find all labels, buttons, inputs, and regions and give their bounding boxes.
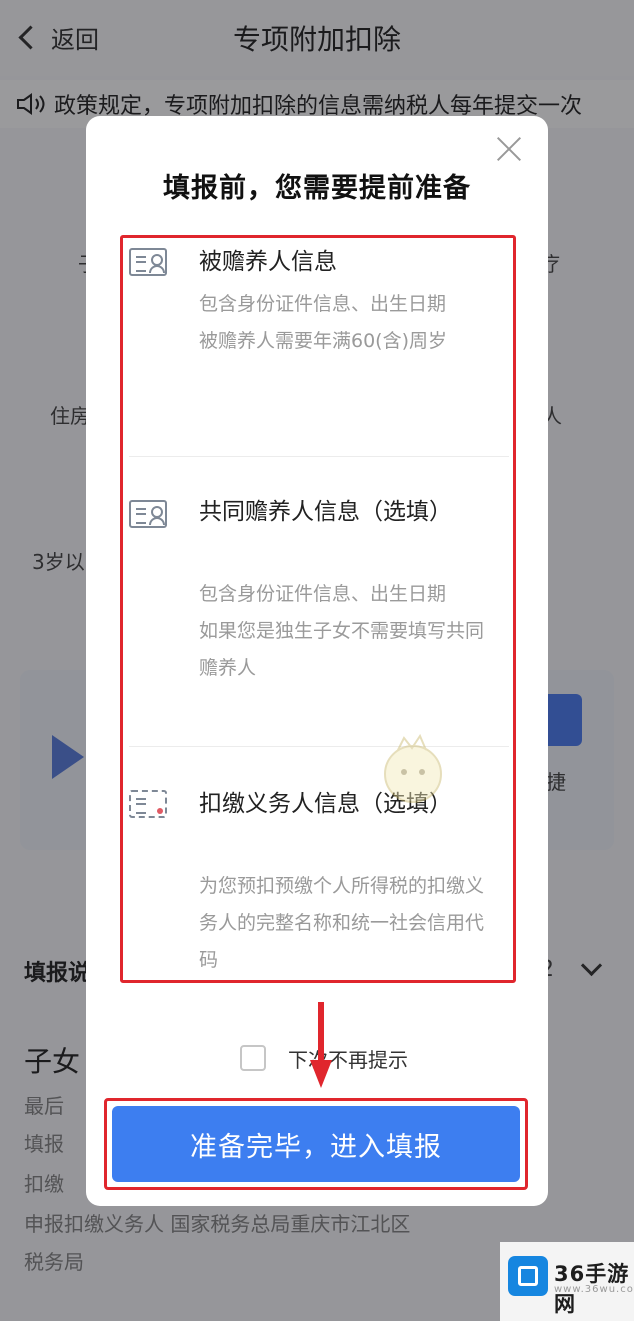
item-title-dependent: 被赡养人信息 [199, 249, 337, 275]
watermark-mascot-icon [384, 733, 442, 803]
item-desc-withholding-agent: 为您预扣预缴个人所得税的扣缴义务人的完整名称和统一社会信用代码 [199, 875, 485, 971]
logo-icon [508, 1256, 548, 1296]
id-card-icon [129, 248, 167, 276]
annotation-arrow-icon [310, 1002, 332, 1088]
logo-url: www.36wu.com [554, 1284, 634, 1295]
annotation-highlight-frame: 被赡养人信息 包含身份证件信息、出生日期 被赡养人需要年满60(含)周岁 共同赡… [120, 235, 516, 983]
site-logo: 36手游网 www.36wu.com [500, 1242, 634, 1321]
item-desc-co-supporter: 包含身份证件信息、出生日期 如果您是独生子女不需要填写共同赡养人 [199, 583, 485, 679]
item-desc-dependent: 包含身份证件信息、出生日期 被赡养人需要年满60(含)周岁 [199, 293, 448, 352]
item-title-co-supporter: 共同赡养人信息（选填） [199, 499, 452, 525]
divider [129, 456, 509, 457]
dont-remind-label: 下次不再提示 [288, 1047, 408, 1072]
dialog-title: 填报前，您需要提前准备 [163, 173, 471, 204]
divider [129, 746, 509, 747]
id-card-icon [129, 500, 167, 528]
close-icon[interactable] [496, 136, 522, 162]
dont-remind-checkbox[interactable] [240, 1045, 266, 1071]
start-filing-button[interactable]: 准备完毕，进入填报 [112, 1106, 520, 1182]
certificate-icon [129, 790, 167, 818]
